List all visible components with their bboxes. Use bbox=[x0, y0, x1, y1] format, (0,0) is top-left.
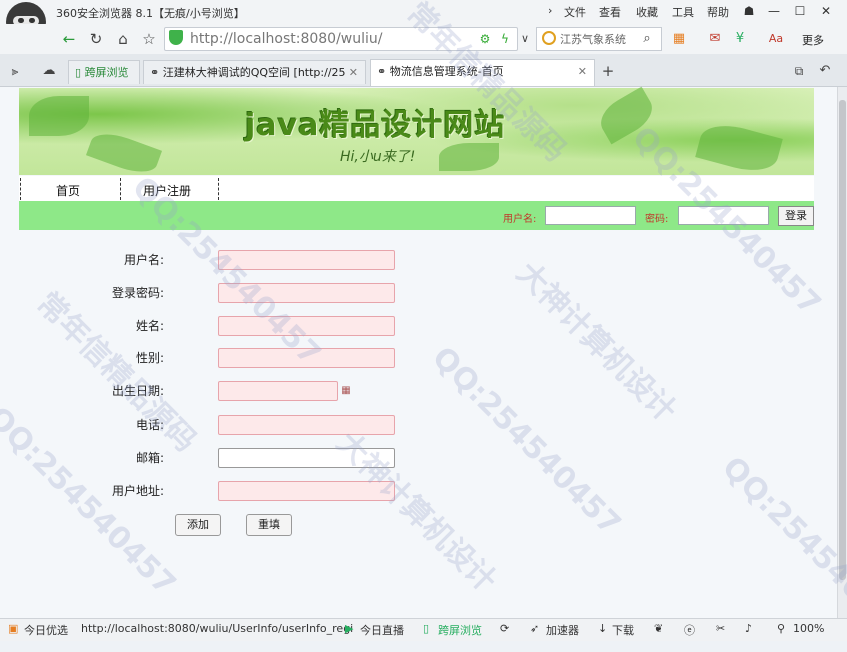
screenshot-icon[interactable]: ✂ bbox=[716, 622, 725, 635]
site-subtitle: Hi,小u来了! bbox=[340, 149, 416, 165]
sync-icon[interactable]: ⟳ bbox=[500, 622, 509, 635]
birthdate-label: 出生日期: bbox=[111, 384, 164, 398]
sound-icon[interactable]: ♪ bbox=[745, 622, 752, 635]
shield-icon bbox=[169, 30, 183, 45]
login-button[interactable]: 登录 bbox=[778, 206, 814, 226]
menu-file[interactable]: 文件 bbox=[564, 4, 586, 20]
rocket-icon[interactable]: ➶ bbox=[530, 622, 539, 635]
nav-divider bbox=[218, 178, 220, 200]
zoom-icon[interactable]: ⚲ bbox=[777, 622, 785, 635]
login-password-input[interactable] bbox=[678, 206, 769, 225]
email-label: 邮箱: bbox=[135, 451, 164, 465]
nav-home-link[interactable]: 首页 bbox=[56, 182, 80, 199]
extension-icon[interactable]: ⚙ bbox=[474, 28, 496, 50]
chevron-down-icon[interactable]: ∨ bbox=[514, 28, 536, 50]
add-button[interactable]: 添加 bbox=[175, 514, 221, 536]
calendar-icon[interactable]: ▦ bbox=[338, 382, 354, 400]
scrollbar-thumb[interactable] bbox=[839, 100, 846, 580]
tab-logistics-home[interactable]: ⚭ 物流信息管理系统-首页 ✕ bbox=[370, 59, 595, 86]
download-icon[interactable]: ↓ bbox=[598, 622, 607, 635]
today-pick-link[interactable]: 今日优选 bbox=[24, 622, 68, 638]
gender-input[interactable] bbox=[218, 348, 395, 368]
glasses-icon: ⚭ bbox=[150, 66, 160, 79]
menu-favorites[interactable]: 收藏 bbox=[636, 4, 658, 20]
status-url: http://localhost:8080/wuliu/UserInfo/use… bbox=[81, 622, 354, 635]
home-icon[interactable]: ⌂ bbox=[112, 28, 134, 50]
more-button[interactable]: 更多 bbox=[802, 32, 824, 48]
close-tab-icon[interactable]: ✕ bbox=[578, 60, 587, 84]
email-input[interactable] bbox=[218, 448, 395, 468]
address-url[interactable]: http://localhost:8080/wuliu/ bbox=[190, 31, 383, 47]
login-username-label: 用户名: bbox=[503, 214, 537, 225]
username-input[interactable] bbox=[218, 250, 395, 270]
translate-icon[interactable]: Aa bbox=[765, 28, 787, 50]
login-username-input[interactable] bbox=[545, 206, 636, 225]
menu-tools[interactable]: 工具 bbox=[672, 4, 694, 20]
play-icon[interactable]: ▶ bbox=[345, 622, 353, 635]
mail-icon[interactable]: ✉ bbox=[704, 28, 726, 50]
nav-divider bbox=[120, 178, 122, 200]
menu-arrow-icon[interactable]: › bbox=[548, 4, 552, 17]
birthdate-input[interactable] bbox=[218, 381, 338, 401]
phone-label: 电话: bbox=[135, 418, 164, 432]
reset-button[interactable]: 重填 bbox=[246, 514, 292, 536]
skin-icon[interactable]: ☗ bbox=[739, 2, 759, 20]
nav-divider bbox=[20, 178, 22, 200]
nav-register-link[interactable]: 用户注册 bbox=[143, 182, 191, 199]
search-engine-icon bbox=[542, 31, 556, 45]
sidebar-toggle-icon[interactable]: ⫸ bbox=[4, 60, 26, 82]
login-password-label: 密码: bbox=[645, 214, 669, 225]
username-label: 用户名: bbox=[123, 253, 164, 267]
new-tab-button[interactable]: + bbox=[597, 60, 619, 82]
gender-label: 性别: bbox=[135, 351, 164, 365]
restore-tabs-icon[interactable]: ⧉ bbox=[788, 60, 810, 82]
lightning-icon[interactable]: ϟ bbox=[494, 28, 516, 50]
gift-icon[interactable]: ▣ bbox=[8, 622, 18, 635]
favorite-star-icon[interactable]: ☆ bbox=[138, 28, 160, 50]
search-icon[interactable]: ⌕ bbox=[636, 28, 658, 50]
tab-qq-space[interactable]: ⚭ 汪建林大神调试的QQ空间 [http://25 ✕ bbox=[143, 60, 366, 84]
minimize-button[interactable]: — bbox=[764, 2, 784, 20]
maximize-button[interactable]: ☐ bbox=[790, 2, 810, 20]
leaf-icon[interactable]: ❦ bbox=[654, 622, 663, 635]
apps-grid-icon[interactable]: ▦ bbox=[668, 28, 690, 50]
app-title: 360安全浏览器 8.1【无痕/小号浏览】 bbox=[56, 7, 245, 20]
undo-close-icon[interactable]: ↶ bbox=[814, 60, 836, 82]
close-tab-icon[interactable]: ✕ bbox=[349, 61, 358, 84]
cloud-icon[interactable]: ☁ bbox=[38, 60, 60, 82]
site-nav bbox=[19, 176, 814, 201]
phone-input[interactable] bbox=[218, 415, 395, 435]
menu-help[interactable]: 帮助 bbox=[707, 4, 729, 20]
ie-icon[interactable]: ⓔ bbox=[684, 622, 695, 638]
live-link[interactable]: 今日直播 bbox=[360, 622, 404, 638]
zoom-level[interactable]: 100% bbox=[793, 622, 824, 635]
glasses-icon: ⚭ bbox=[377, 65, 387, 78]
accelerator-link[interactable]: 加速器 bbox=[546, 622, 579, 638]
back-arrow-icon[interactable]: ← bbox=[58, 28, 80, 50]
site-title: java精品设计网站 bbox=[245, 108, 506, 143]
menu-view[interactable]: 查看 bbox=[599, 4, 621, 20]
password-input[interactable] bbox=[218, 283, 395, 303]
name-input[interactable] bbox=[218, 316, 395, 336]
password-label: 登录密码: bbox=[111, 286, 164, 300]
currency-icon[interactable]: ¥ bbox=[729, 28, 751, 50]
download-link[interactable]: 下载 bbox=[612, 622, 634, 638]
refresh-icon[interactable]: ↻ bbox=[85, 28, 107, 50]
search-input[interactable]: 江苏气象系统 bbox=[560, 31, 626, 47]
name-label: 姓名: bbox=[135, 319, 164, 333]
close-window-button[interactable]: ✕ bbox=[816, 2, 836, 20]
phone-icon[interactable]: ▯ bbox=[423, 622, 429, 635]
cross-screen-link[interactable]: 跨屏浏览 bbox=[438, 622, 482, 638]
address-label: 用户地址: bbox=[111, 484, 164, 498]
tab-cross-screen[interactable]: ▯ 跨屏浏览 bbox=[68, 60, 140, 84]
address-input[interactable] bbox=[218, 481, 395, 501]
phone-icon: ▯ bbox=[75, 66, 82, 79]
